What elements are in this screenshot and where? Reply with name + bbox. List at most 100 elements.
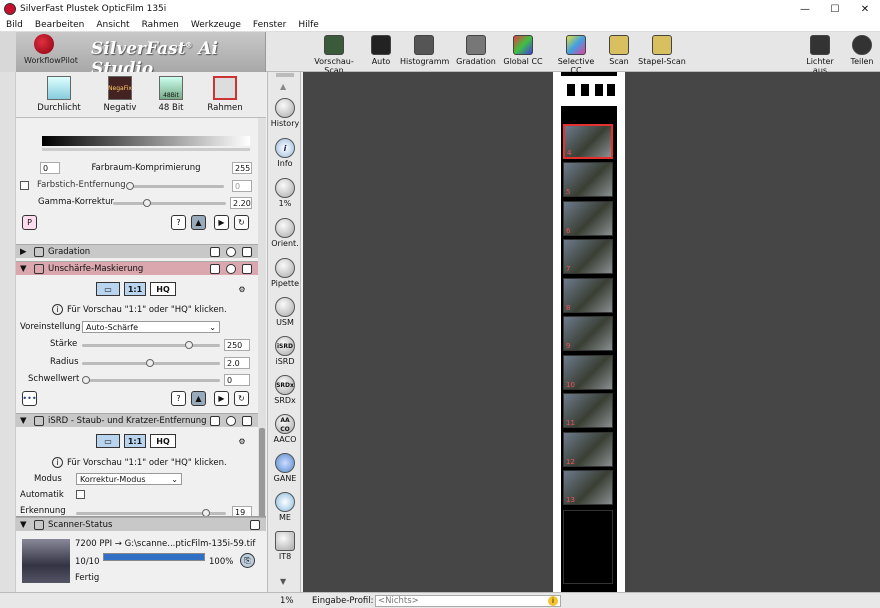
gane-tool[interactable]: GANE (268, 453, 302, 483)
staerke-slider[interactable] (82, 341, 220, 349)
menu-bearbeiten[interactable]: Bearbeiten (29, 20, 90, 30)
reset-button[interactable]: ↻ (234, 215, 249, 230)
isrd-fullview-button[interactable]: ▭ (96, 434, 120, 448)
menu-fenster[interactable]: Fenster (247, 20, 292, 30)
isrd-popout-icon[interactable] (242, 416, 252, 426)
film-frame[interactable]: 5 (563, 162, 613, 197)
isrd-tool[interactable]: iSRD iSRD (268, 336, 302, 366)
gradation-close-icon[interactable] (226, 247, 236, 257)
film-frame[interactable]: 10 (563, 355, 613, 390)
film-frame[interactable]: 13 (563, 470, 613, 505)
usm-fullview-button[interactable]: ▭ (96, 282, 120, 296)
usm-popout-icon[interactable] (242, 264, 252, 274)
schwelle-slider[interactable] (82, 376, 220, 384)
menu-ansicht[interactable]: Ansicht (90, 20, 135, 30)
usm-help-button[interactable]: ? (171, 391, 186, 406)
usm-1to1-button[interactable]: 1:1 (124, 282, 146, 296)
gradation-popout-icon[interactable] (242, 247, 252, 257)
it8-tool[interactable]: IT8 (268, 531, 302, 561)
usm-expert-button[interactable]: ▲ (191, 391, 206, 406)
isrd-hq-button[interactable]: HQ (150, 434, 176, 448)
histogram-button[interactable]: Histogramm (400, 35, 449, 66)
tone-range-slider[interactable] (42, 148, 250, 151)
pipette-tool[interactable]: Pipette (268, 258, 302, 288)
scroll-down-icon[interactable]: ▼ (280, 577, 286, 586)
open-file-icon[interactable]: ⎘ (240, 553, 255, 568)
preset-icon[interactable]: P (22, 215, 37, 230)
gradation-enable-checkbox[interactable] (210, 247, 220, 257)
expert-mode-button[interactable]: ▲ (191, 215, 206, 230)
batch-scan-button[interactable]: Stapel-Scan (638, 35, 686, 66)
warning-info-icon[interactable]: i (548, 596, 558, 606)
global-cc-button[interactable]: Global CC (503, 35, 543, 66)
minimize-button[interactable]: — (790, 0, 820, 18)
usm-reset-button[interactable]: ↻ (234, 391, 249, 406)
close-button[interactable]: ✕ (850, 0, 880, 18)
transmission-mode-button[interactable]: Durchlicht (34, 76, 84, 113)
gamma-field[interactable]: 2.20 (230, 197, 252, 209)
film-frame[interactable]: 8 (563, 278, 613, 313)
srdx-tool[interactable]: SRDx SRDx (268, 375, 302, 405)
drag-handle[interactable] (276, 73, 294, 77)
preview-area[interactable]: 4 5 6 7 8 9 10 11 12 13 (303, 72, 880, 592)
staerke-field[interactable]: 250 (224, 339, 250, 351)
menu-hilfe[interactable]: Hilfe (292, 20, 324, 30)
isrd-1to1-button[interactable]: 1:1 (124, 434, 146, 448)
erkennung-slider[interactable] (76, 509, 226, 517)
film-frame[interactable]: 7 (563, 239, 613, 274)
scanner-popout-icon[interactable] (250, 520, 260, 530)
film-frame[interactable]: 4 (563, 124, 613, 159)
usm-close-icon[interactable] (226, 264, 236, 274)
film-frame[interactable]: 6 (563, 201, 613, 236)
lights-out-button[interactable]: Lichter aus (798, 35, 842, 75)
profile-field[interactable]: <Nichts> i (375, 595, 561, 607)
staerke-knob[interactable] (185, 341, 193, 349)
more-options-button[interactable]: ••• (22, 391, 37, 406)
section-scanner-status[interactable]: ▼ Scanner-Status (16, 517, 266, 531)
schwelle-field[interactable]: 0 (224, 374, 250, 386)
auto-button[interactable]: Auto (367, 35, 395, 66)
orientation-tool[interactable]: Orient. (268, 218, 302, 248)
frame-mode-button[interactable]: Rahmen (200, 76, 250, 113)
film-frame[interactable]: 12 (563, 432, 613, 467)
menu-werkzeuge[interactable]: Werkzeuge (185, 20, 247, 30)
usm-play-button[interactable]: ▶ (214, 391, 229, 406)
usm-enable-checkbox[interactable] (210, 264, 220, 274)
aaco-tool[interactable]: AA CO AACO (268, 414, 302, 444)
gradation-button[interactable]: Gradation (455, 35, 497, 66)
scrollbar-thumb[interactable] (259, 428, 265, 528)
zoom-tool[interactable]: 1% (268, 178, 302, 208)
info-tool[interactable]: i Info (268, 138, 302, 168)
radius-field[interactable]: 2.0 (224, 357, 250, 369)
maximize-button[interactable]: ☐ (820, 0, 850, 18)
isrd-settings-icon[interactable]: ⚙ (232, 434, 252, 448)
isrd-close-icon[interactable] (226, 416, 236, 426)
prescan-button[interactable]: Vorschau-Scan (305, 35, 363, 75)
history-tool[interactable]: History (268, 98, 302, 128)
modus-select[interactable]: Korrektur-Modus ⌄ (76, 473, 182, 485)
film-frame[interactable]: 9 (563, 316, 613, 351)
selective-cc-button[interactable]: Selective CC (551, 35, 601, 75)
workflowpilot-button[interactable]: WorkflowPilot (24, 34, 78, 65)
farbstich-checkbox[interactable] (20, 180, 29, 190)
farbstich-knob[interactable] (126, 182, 134, 190)
gamma-slider[interactable] (113, 199, 226, 207)
section-gradation[interactable]: ▶ Gradation (16, 244, 258, 258)
me-tool[interactable]: ME (268, 492, 302, 522)
section-isrd[interactable]: ▼ iSRD - Staub- und Kratzer-Entfernung (16, 413, 258, 427)
isrd-enable-checkbox[interactable] (210, 416, 220, 426)
gamma-knob[interactable] (143, 199, 151, 207)
usm-tool[interactable]: USM (268, 297, 302, 327)
menu-rahmen[interactable]: Rahmen (136, 20, 185, 30)
scroll-up-icon[interactable]: ▲ (280, 82, 286, 91)
farbstich-slider[interactable] (126, 182, 224, 190)
automatik-checkbox[interactable] (76, 490, 85, 499)
share-button[interactable]: Teilen (849, 35, 875, 66)
help-button[interactable]: ? (171, 215, 186, 230)
panel-pin-icon[interactable] (0, 32, 16, 72)
schwelle-knob[interactable] (82, 376, 90, 384)
farbraum-max-field[interactable]: 255 (232, 162, 252, 174)
usm-hq-button[interactable]: HQ (150, 282, 176, 296)
negative-mode-button[interactable]: NegaFix Negativ (95, 76, 145, 113)
radius-slider[interactable] (82, 359, 220, 367)
